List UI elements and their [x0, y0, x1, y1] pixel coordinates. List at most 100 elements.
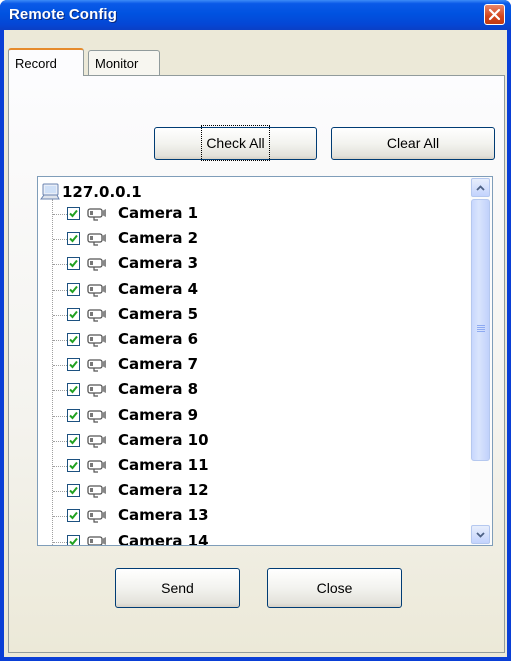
camera-icon [87, 435, 106, 448]
camera-icon [87, 384, 106, 397]
window-title: Remote Config [9, 6, 117, 23]
checkmark-icon [69, 361, 78, 369]
camera-label: Camera 5 [118, 304, 199, 323]
camera-checkbox[interactable] [67, 509, 80, 523]
tree-connector [53, 516, 67, 518]
camera-label: Camera 3 [118, 254, 199, 273]
tree-connector [53, 239, 67, 241]
tree-item-camera[interactable]: Camera 11 [38, 454, 468, 479]
scroll-up-button[interactable] [471, 178, 490, 197]
tree-item-camera[interactable]: Camera 14 [38, 530, 468, 545]
thumb-grip [477, 327, 485, 328]
camera-label: Camera 2 [118, 229, 199, 248]
camera-label: Camera 8 [118, 380, 199, 399]
camera-label: Camera 6 [118, 330, 199, 348]
tab-record-label: Record [15, 56, 57, 71]
camera-label: Camera 10 [118, 430, 209, 449]
tree-item-camera[interactable]: Camera 5 [38, 303, 468, 328]
vertical-scrollbar[interactable] [470, 177, 492, 545]
checkmark-icon [69, 436, 78, 445]
checkmark-icon [69, 461, 78, 470]
camera-checkbox[interactable] [67, 207, 80, 220]
scroll-down-button[interactable] [471, 525, 490, 544]
camera-checkbox[interactable] [67, 282, 80, 296]
tree-connector [53, 415, 67, 417]
tree-item-camera[interactable]: Camera 2 [38, 227, 468, 252]
close-window-button[interactable] [484, 4, 505, 25]
close-label: Close [316, 580, 353, 596]
camera-label: Camera 13 [118, 506, 209, 525]
send-label: Send [161, 580, 194, 596]
thumb-grip [477, 331, 485, 332]
camera-label: Camera 14 [118, 531, 209, 545]
tree-item-camera[interactable]: Camera 6 [38, 328, 468, 353]
camera-label: Camera 9 [118, 405, 199, 424]
camera-checkbox[interactable] [67, 232, 80, 246]
camera-icon [87, 309, 106, 322]
camera-icon [87, 460, 106, 473]
thumb-grip [477, 325, 485, 326]
close-button[interactable]: Close [267, 568, 402, 608]
tree-connector [53, 214, 67, 215]
tree-item-camera[interactable]: Camera 10 [38, 429, 468, 454]
camera-checkbox[interactable] [67, 333, 80, 346]
camera-checkbox[interactable] [67, 383, 80, 397]
tree-content: 127.0.0.1 Camera 1 Camera 2 Camera 3 Camera… [38, 177, 470, 545]
check-all-label: Check All [201, 125, 270, 161]
title-bar[interactable]: Remote Config [0, 0, 511, 30]
checkmark-icon [69, 537, 78, 545]
camera-label: Camera 11 [118, 456, 209, 474]
tree-item-camera[interactable]: Camera 3 [38, 252, 468, 277]
camera-icon [87, 535, 106, 545]
checkmark-icon [69, 487, 78, 495]
checkmark-icon [69, 335, 78, 344]
checkmark-icon [69, 512, 78, 520]
tree-connector [53, 466, 67, 467]
tree-item-camera[interactable]: Camera 12 [38, 479, 468, 504]
camera-checkbox[interactable] [67, 433, 80, 447]
close-icon [488, 8, 501, 21]
scrollbar-thumb[interactable] [471, 199, 490, 461]
tree-item-camera[interactable]: Camera 13 [38, 504, 468, 529]
tree-item-camera[interactable]: Camera 4 [38, 278, 468, 303]
tree-connector [53, 340, 67, 341]
camera-checkbox[interactable] [67, 459, 80, 472]
checkmark-icon [69, 310, 78, 319]
checkmark-icon [69, 411, 78, 420]
check-all-button[interactable]: Check All [154, 125, 317, 161]
camera-label: Camera 1 [118, 204, 199, 222]
tree-item-camera[interactable]: Camera 9 [38, 404, 468, 429]
remote-config-window: Remote Config Record Monitor Check All C… [0, 0, 511, 661]
camera-checkbox[interactable] [67, 307, 80, 321]
tab-record[interactable]: Record [8, 48, 84, 76]
send-button[interactable]: Send [115, 568, 240, 608]
tree-connector [53, 440, 67, 442]
camera-tree-view[interactable]: 127.0.0.1 Camera 1 Camera 2 Camera 3 Camera… [37, 176, 493, 546]
camera-label: Camera 4 [118, 279, 199, 298]
thumb-grip [477, 329, 485, 330]
camera-icon [87, 409, 106, 423]
tree-item-camera[interactable]: Camera 8 [38, 378, 468, 403]
tab-monitor[interactable]: Monitor [88, 50, 160, 75]
dialog-client-area: Record Monitor Check All Clear All 127.0… [4, 30, 507, 657]
camera-icon [87, 233, 106, 246]
tree-item-camera[interactable]: Camera 7 [38, 353, 468, 378]
camera-icon [87, 334, 106, 347]
camera-checkbox[interactable] [67, 257, 80, 271]
camera-checkbox[interactable] [67, 358, 80, 372]
camera-checkbox[interactable] [67, 534, 80, 545]
tree-connector [53, 541, 67, 543]
camera-checkbox[interactable] [67, 484, 80, 498]
camera-checkbox[interactable] [67, 408, 80, 422]
tree-item-camera[interactable]: Camera 1 [38, 202, 468, 227]
camera-label: Camera 7 [118, 355, 199, 374]
camera-icon [87, 485, 106, 498]
tree-root-node[interactable]: 127.0.0.1 [40, 182, 142, 202]
checkmark-icon [69, 260, 78, 268]
camera-icon [87, 258, 106, 271]
clear-all-button[interactable]: Clear All [331, 127, 495, 160]
chevron-up-icon [476, 184, 485, 191]
tree-connector [53, 365, 67, 367]
tree-connector [53, 491, 67, 493]
camera-icon [87, 208, 106, 221]
